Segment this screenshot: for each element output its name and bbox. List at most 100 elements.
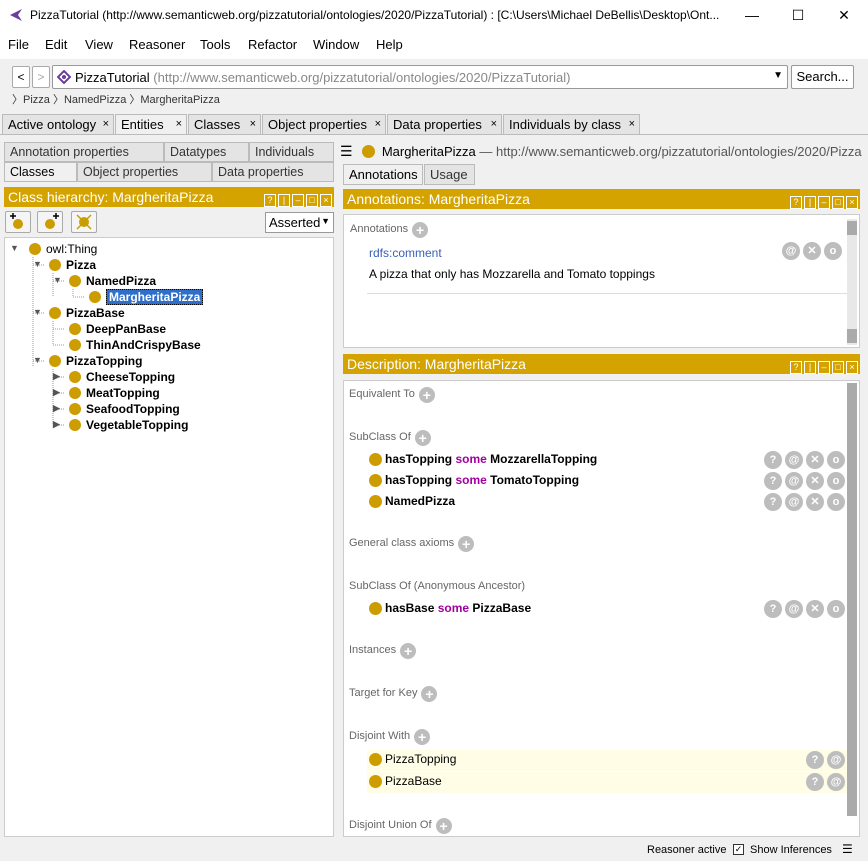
add-key-icon[interactable]: +: [421, 686, 438, 702]
menu-file[interactable]: File: [8, 37, 29, 52]
delete-icon[interactable]: ✕: [806, 472, 824, 490]
annotate-icon[interactable]: @: [827, 773, 845, 791]
pin-icon[interactable]: |: [278, 194, 290, 207]
tab-individuals-by-class[interactable]: Individuals by class ×: [503, 114, 640, 135]
menu-edit[interactable]: Edit: [45, 37, 67, 52]
log-icon[interactable]: ☰: [842, 842, 853, 856]
tab-data-properties[interactable]: Data properties ×: [387, 114, 502, 135]
close-tab-icon[interactable]: ×: [103, 118, 109, 130]
menu-icon[interactable]: ☰: [340, 143, 353, 159]
tree-node-meattopping[interactable]: ▶ MeatTopping: [53, 386, 160, 400]
search-button[interactable]: Search...: [791, 65, 854, 89]
breadcrumb-pizza[interactable]: Pizza: [23, 94, 50, 106]
subtab-data-properties[interactable]: Data properties: [212, 162, 334, 182]
subtab-classes[interactable]: Classes: [4, 162, 77, 182]
tree-node-cheesetopping[interactable]: ▶ CheeseTopping: [53, 370, 175, 384]
close-view-icon[interactable]: ×: [846, 361, 858, 374]
help-icon[interactable]: ?: [790, 196, 802, 209]
delete-icon[interactable]: ✕: [806, 451, 824, 469]
add-subclass-of-icon[interactable]: +: [414, 430, 431, 446]
close-view-icon[interactable]: ×: [846, 196, 858, 209]
menu-help[interactable]: Help: [376, 37, 403, 52]
forward-button[interactable]: >: [32, 66, 50, 88]
tab-annotations[interactable]: Annotations: [343, 164, 423, 185]
minimize-view-icon[interactable]: –: [818, 361, 830, 374]
pin-icon[interactable]: |: [804, 196, 816, 209]
maximize-view-icon[interactable]: □: [832, 361, 844, 374]
tree-node-seafoodtopping[interactable]: ▶ SeafoodTopping: [53, 402, 180, 416]
subtab-object-properties[interactable]: Object properties: [77, 162, 212, 182]
anonymous-ancestor-row[interactable]: hasBase some PizzaBase? @ ✕ o: [367, 599, 847, 619]
tree-node-thinandcrispybase[interactable]: ThinAndCrispyBase: [69, 338, 201, 352]
maximize-view-icon[interactable]: □: [306, 194, 318, 207]
explain-icon[interactable]: ?: [806, 751, 824, 769]
delete-icon[interactable]: ✕: [806, 600, 824, 618]
comment-property[interactable]: rdfs:comment: [369, 246, 442, 260]
delete-class-button[interactable]: [71, 211, 97, 233]
subtab-datatypes[interactable]: Datatypes: [164, 142, 249, 162]
edit-icon[interactable]: o: [827, 600, 845, 618]
menu-refactor[interactable]: Refactor: [248, 37, 297, 52]
add-disjoint-union-icon[interactable]: +: [435, 818, 452, 834]
subclass-row[interactable]: hasTopping some MozzarellaTopping? @ ✕ o: [367, 450, 847, 470]
menu-view[interactable]: View: [85, 37, 113, 52]
close-tab-icon[interactable]: ×: [375, 118, 381, 130]
back-button[interactable]: <: [12, 66, 30, 88]
annotate-icon[interactable]: @: [782, 242, 800, 260]
subclass-row[interactable]: hasTopping some TomatoTopping? @ ✕ o: [367, 471, 847, 491]
pin-icon[interactable]: |: [804, 361, 816, 374]
tree-node-owl-thing[interactable]: ▼ owl:Thing: [10, 242, 97, 256]
delete-icon[interactable]: ✕: [806, 493, 824, 511]
close-tab-icon[interactable]: ×: [176, 118, 182, 130]
explain-icon[interactable]: ?: [764, 451, 782, 469]
tree-node-pizza[interactable]: ▼ Pizza: [33, 258, 96, 272]
help-icon[interactable]: ?: [790, 361, 802, 374]
annotate-icon[interactable]: @: [785, 451, 803, 469]
annotate-icon[interactable]: @: [827, 751, 845, 769]
add-gca-icon[interactable]: +: [458, 536, 475, 552]
minimize-view-icon[interactable]: –: [818, 196, 830, 209]
tab-usage[interactable]: Usage: [424, 164, 475, 185]
disjoint-row[interactable]: PizzaTopping? @: [367, 750, 847, 771]
tab-entities[interactable]: Entities ×: [115, 114, 187, 135]
explain-icon[interactable]: ?: [806, 773, 824, 791]
breadcrumb-margheritapizza[interactable]: MargheritaPizza: [140, 94, 219, 106]
ontology-address-combo[interactable]: PizzaTutorial (http://www.semanticweb.or…: [52, 65, 788, 89]
minimize-button[interactable]: —: [729, 0, 775, 31]
asserted-select[interactable]: Asserted ▼: [265, 212, 334, 233]
scrollbar[interactable]: [847, 383, 857, 816]
annotate-icon[interactable]: @: [785, 472, 803, 490]
tree-node-deeppanbase[interactable]: DeepPanBase: [69, 322, 166, 336]
edit-icon[interactable]: o: [827, 493, 845, 511]
breadcrumb-namedpizza[interactable]: NamedPizza: [64, 94, 126, 106]
edit-icon[interactable]: o: [824, 242, 842, 260]
show-inferences-checkbox[interactable]: ✓: [733, 844, 744, 855]
annotate-icon[interactable]: @: [785, 493, 803, 511]
subtab-individuals[interactable]: Individuals: [249, 142, 334, 162]
menu-tools[interactable]: Tools: [200, 37, 230, 52]
add-instance-icon[interactable]: +: [400, 643, 417, 659]
delete-icon[interactable]: ✕: [803, 242, 821, 260]
disjoint-row[interactable]: PizzaBase? @: [367, 772, 847, 793]
edit-icon[interactable]: o: [827, 451, 845, 469]
add-disjoint-icon[interactable]: +: [414, 729, 431, 745]
tab-object-properties[interactable]: Object properties ×: [262, 114, 386, 135]
subtab-annotation-properties[interactable]: Annotation properties: [4, 142, 164, 162]
tree-node-pizzabase[interactable]: ▼ PizzaBase: [33, 306, 125, 320]
close-tab-icon[interactable]: ×: [250, 118, 256, 130]
add-sibling-button[interactable]: [37, 211, 63, 233]
add-annotation-icon[interactable]: +: [412, 222, 429, 238]
scrollbar[interactable]: [847, 219, 857, 345]
close-window-button[interactable]: ✕: [821, 0, 867, 31]
minimize-view-icon[interactable]: –: [292, 194, 304, 207]
add-subclass-button[interactable]: [5, 211, 31, 233]
subclass-row[interactable]: NamedPizza? @ ✕ o: [367, 492, 847, 512]
tab-classes[interactable]: Classes ×: [188, 114, 261, 135]
explain-icon[interactable]: ?: [764, 472, 782, 490]
close-tab-icon[interactable]: ×: [491, 118, 497, 130]
close-tab-icon[interactable]: ×: [629, 118, 635, 130]
annotate-icon[interactable]: @: [785, 600, 803, 618]
maximize-button[interactable]: ☐: [775, 0, 821, 31]
menu-window[interactable]: Window: [313, 37, 359, 52]
help-icon[interactable]: ?: [264, 194, 276, 207]
